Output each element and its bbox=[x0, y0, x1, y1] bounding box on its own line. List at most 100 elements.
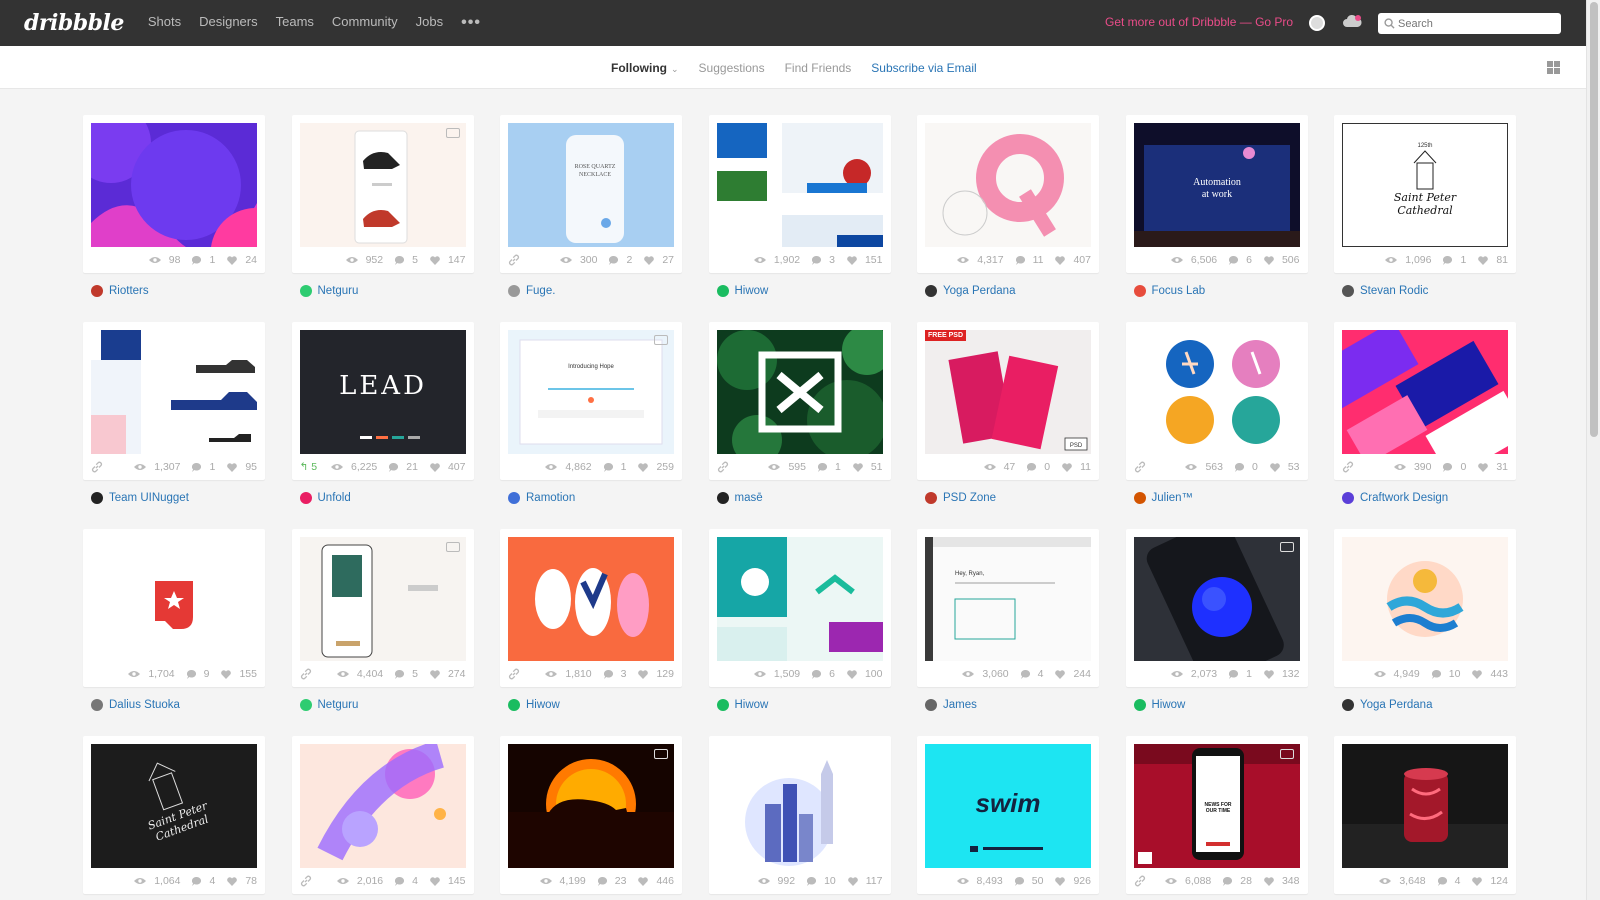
likes-stat[interactable]: 926 bbox=[1049, 875, 1091, 887]
shot-author[interactable]: Hiwow bbox=[709, 699, 891, 711]
link-icon[interactable] bbox=[300, 875, 312, 887]
comments-stat[interactable]: 5 bbox=[389, 254, 418, 266]
likes-stat[interactable]: 407 bbox=[1049, 254, 1091, 266]
likes-stat[interactable]: 81 bbox=[1472, 254, 1508, 266]
comments-stat[interactable]: 4 bbox=[186, 875, 215, 887]
shot-thumbnail[interactable]: ROSE QUARTZ NECKLACE bbox=[508, 123, 674, 247]
likes-stat[interactable]: 446 bbox=[632, 875, 674, 887]
comments-stat[interactable]: 3 bbox=[598, 668, 626, 680]
nav-jobs[interactable]: Jobs bbox=[416, 14, 443, 32]
shot-thumbnail[interactable] bbox=[508, 744, 674, 868]
comments-stat[interactable]: 1 bbox=[186, 461, 215, 473]
go-pro-link[interactable]: Get more out of Dribbble — Go Pro bbox=[1105, 15, 1293, 29]
nav-teams[interactable]: Teams bbox=[276, 14, 314, 32]
likes-stat[interactable]: 151 bbox=[841, 254, 883, 266]
shot-thumbnail[interactable] bbox=[1133, 537, 1300, 661]
likes-stat[interactable]: 51 bbox=[847, 461, 883, 473]
comments-stat[interactable]: 1 bbox=[812, 461, 841, 473]
shot-author[interactable]: Focus Lab bbox=[1126, 285, 1308, 297]
link-icon[interactable] bbox=[508, 668, 520, 680]
shot-thumbnail[interactable] bbox=[1342, 744, 1508, 868]
likes-stat[interactable]: 145 bbox=[424, 875, 466, 887]
likes-stat[interactable]: 117 bbox=[842, 875, 883, 887]
comments-stat[interactable]: 4 bbox=[1015, 668, 1043, 680]
shot-author[interactable]: Hiwow bbox=[500, 699, 682, 711]
comments-stat[interactable]: 0 bbox=[1021, 461, 1050, 473]
nav-community[interactable]: Community bbox=[332, 14, 398, 32]
shot-thumbnail[interactable] bbox=[716, 744, 883, 868]
comments-stat[interactable]: 11 bbox=[1010, 254, 1043, 266]
link-icon[interactable] bbox=[1342, 461, 1354, 473]
shot-thumbnail[interactable] bbox=[1342, 330, 1508, 454]
following-dropdown[interactable]: Following ⌄ bbox=[611, 61, 679, 75]
comments-stat[interactable]: 1 bbox=[186, 254, 215, 266]
comments-stat[interactable]: 2 bbox=[603, 254, 632, 266]
shot-thumbnail[interactable] bbox=[716, 123, 883, 247]
comments-stat[interactable]: 6 bbox=[806, 668, 835, 680]
shot-author[interactable]: Ramotion bbox=[500, 492, 682, 504]
link-icon[interactable] bbox=[508, 254, 520, 266]
likes-stat[interactable]: 124 bbox=[1466, 875, 1508, 887]
link-icon[interactable] bbox=[717, 461, 729, 473]
subscribe-email-link[interactable]: Subscribe via Email bbox=[871, 61, 976, 75]
shot-thumbnail[interactable]: LEAD bbox=[299, 330, 466, 454]
shot-author[interactable]: Unfold bbox=[292, 492, 474, 504]
likes-stat[interactable]: 244 bbox=[1049, 668, 1091, 680]
comments-stat[interactable]: 5 bbox=[389, 668, 418, 680]
shot-author[interactable]: James bbox=[917, 699, 1099, 711]
shot-thumbnail[interactable]: PSD FREE PSD bbox=[925, 330, 1091, 454]
comments-stat[interactable]: 1 bbox=[598, 461, 626, 473]
likes-stat[interactable]: 259 bbox=[632, 461, 674, 473]
search-box[interactable] bbox=[1378, 13, 1561, 34]
shot-thumbnail[interactable] bbox=[716, 330, 883, 454]
comments-stat[interactable]: 28 bbox=[1217, 875, 1252, 887]
shot-thumbnail[interactable] bbox=[91, 330, 257, 454]
link-icon[interactable] bbox=[1134, 461, 1146, 473]
comments-stat[interactable]: 0 bbox=[1437, 461, 1466, 473]
comments-stat[interactable]: 4 bbox=[389, 875, 418, 887]
upload-cloud-icon[interactable] bbox=[1342, 14, 1362, 32]
comments-stat[interactable]: 23 bbox=[592, 875, 626, 887]
shot-thumbnail[interactable]: 125th Saint Peter Cathedral bbox=[1342, 123, 1508, 247]
likes-stat[interactable]: 24 bbox=[221, 254, 257, 266]
likes-stat[interactable]: 443 bbox=[1466, 668, 1508, 680]
shot-author[interactable]: Stevan Rodic bbox=[1334, 285, 1516, 297]
nav-designers[interactable]: Designers bbox=[199, 14, 258, 32]
likes-stat[interactable]: 27 bbox=[638, 254, 674, 266]
dribbble-logo[interactable]: dribbble bbox=[24, 10, 124, 36]
shot-author[interactable]: Netguru bbox=[292, 285, 474, 297]
link-icon[interactable] bbox=[91, 461, 103, 473]
shot-author[interactable]: PSD Zone bbox=[917, 492, 1099, 504]
shot-thumbnail[interactable] bbox=[508, 537, 674, 661]
shot-thumbnail[interactable]: Saint Peter Cathedral bbox=[91, 744, 257, 868]
comments-stat[interactable]: 1 bbox=[1223, 668, 1252, 680]
likes-stat[interactable]: 100 bbox=[841, 668, 883, 680]
likes-stat[interactable]: 53 bbox=[1264, 461, 1300, 473]
shot-author[interactable]: Hiwow bbox=[1126, 699, 1308, 711]
shot-thumbnail[interactable]: NEWS FOR OUR TIME bbox=[1133, 744, 1300, 868]
shot-thumbnail[interactable] bbox=[299, 123, 466, 247]
shot-author[interactable]: Team UINugget bbox=[83, 492, 265, 504]
shot-author[interactable]: Fuge. bbox=[500, 285, 682, 297]
link-icon[interactable] bbox=[1134, 875, 1146, 887]
shot-thumbnail[interactable] bbox=[1133, 330, 1300, 454]
shot-thumbnail[interactable]: Introducing Hope bbox=[508, 330, 674, 454]
shot-author[interactable]: Craftwork Design bbox=[1334, 492, 1516, 504]
likes-stat[interactable]: 129 bbox=[632, 668, 674, 680]
likes-stat[interactable]: 95 bbox=[221, 461, 257, 473]
suggestions-link[interactable]: Suggestions bbox=[699, 61, 765, 75]
likes-stat[interactable]: 147 bbox=[424, 254, 466, 266]
likes-stat[interactable]: 155 bbox=[215, 668, 257, 680]
likes-stat[interactable]: 132 bbox=[1258, 668, 1300, 680]
comments-stat[interactable]: 4 bbox=[1432, 875, 1460, 887]
shot-author[interactable]: Yoga Perdana bbox=[917, 285, 1099, 297]
comments-stat[interactable]: 10 bbox=[801, 875, 836, 887]
scrollbar-thumb[interactable] bbox=[1590, 2, 1598, 437]
shot-author[interactable]: Julien™ bbox=[1126, 492, 1308, 504]
likes-stat[interactable]: 407 bbox=[424, 461, 466, 473]
shot-author[interactable]: Netguru bbox=[292, 699, 474, 711]
comments-stat[interactable]: 21 bbox=[383, 461, 418, 473]
shot-thumbnail[interactable] bbox=[91, 537, 257, 661]
shot-thumbnail[interactable] bbox=[299, 537, 466, 661]
comments-stat[interactable]: 50 bbox=[1009, 875, 1043, 887]
